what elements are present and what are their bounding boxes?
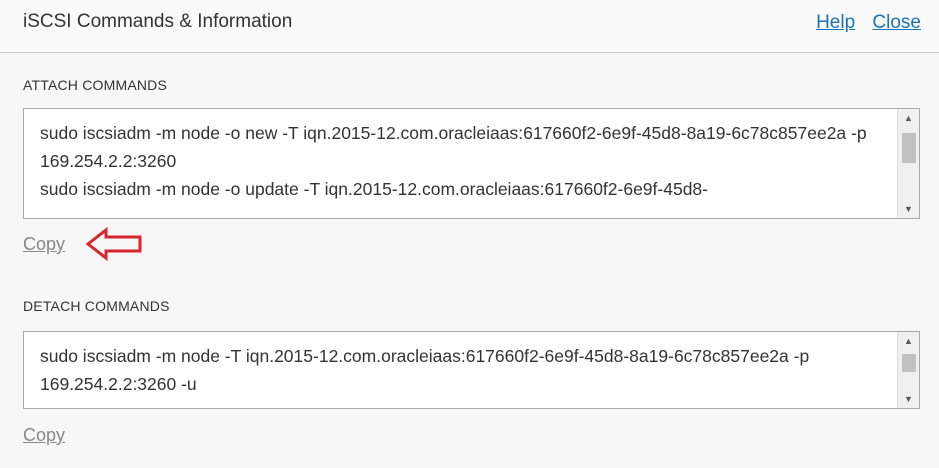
attach-scrollbar[interactable]: ▲ ▼ — [897, 109, 919, 218]
detach-commands-textarea[interactable]: sudo iscsiadm -m node -T iqn.2015-12.com… — [23, 331, 920, 409]
dialog-header: iSCSI Commands & Information Help Close — [0, 0, 939, 53]
close-link[interactable]: Close — [872, 12, 921, 33]
scroll-up-arrow-icon[interactable]: ▲ — [898, 109, 919, 127]
attach-commands-text: sudo iscsiadm -m node -o new -T iqn.2015… — [40, 123, 867, 199]
detach-commands-text: sudo iscsiadm -m node -T iqn.2015-12.com… — [40, 346, 815, 394]
scroll-down-arrow-icon[interactable]: ▼ — [898, 200, 919, 218]
attach-commands-label: ATTACH COMMANDS — [23, 77, 168, 93]
detach-commands-label: DETACH COMMANDS — [23, 298, 170, 314]
detach-scroll-thumb[interactable] — [902, 354, 916, 372]
detach-copy-link[interactable]: Copy — [23, 425, 65, 446]
header-links: Help Close — [804, 12, 921, 34]
scroll-down-arrow-icon[interactable]: ▼ — [898, 390, 919, 408]
detach-scrollbar[interactable]: ▲ ▼ — [897, 332, 919, 408]
attach-copy-link[interactable]: Copy — [23, 234, 65, 255]
attach-commands-textarea[interactable]: sudo iscsiadm -m node -o new -T iqn.2015… — [23, 108, 920, 219]
help-link[interactable]: Help — [816, 12, 855, 33]
attach-scroll-thumb[interactable] — [902, 133, 916, 163]
scroll-up-arrow-icon[interactable]: ▲ — [898, 332, 919, 350]
red-arrow-annotation-icon — [85, 226, 142, 262]
dialog-title: iSCSI Commands & Information — [23, 11, 293, 32]
